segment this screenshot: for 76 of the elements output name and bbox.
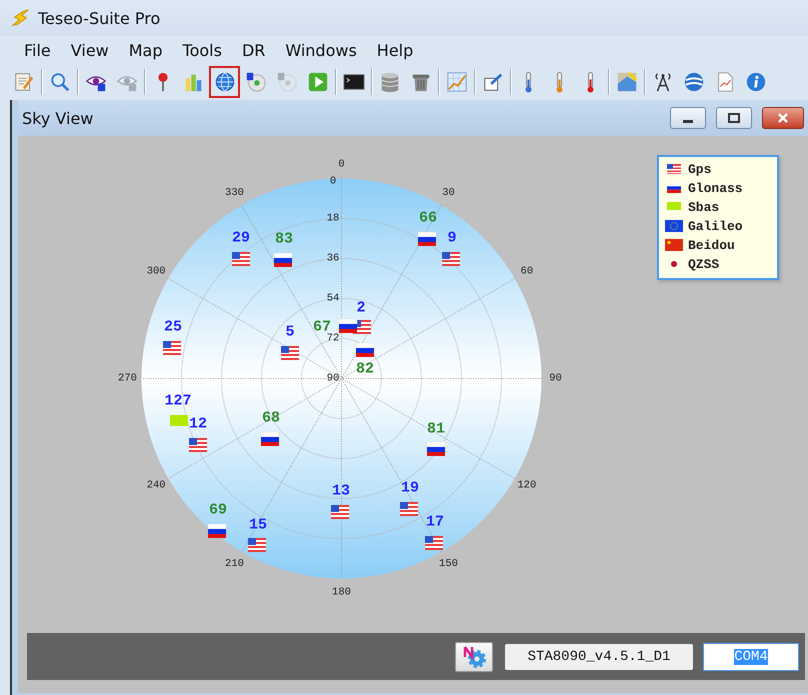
satellite-label: 68 — [262, 410, 280, 426]
elevation-label: 18 — [326, 212, 340, 224]
satellite-label: 5 — [286, 324, 294, 340]
panel-title: Sky View — [22, 108, 94, 128]
menu-item[interactable]: Tools — [172, 40, 232, 60]
satellite-label: 25 — [164, 318, 182, 336]
thermometer-icon — [587, 72, 594, 92]
satellite-label: 83 — [275, 230, 293, 248]
disc-icon — [276, 71, 298, 93]
azimuth-label: 270 — [118, 372, 137, 384]
menu-item[interactable]: Help — [366, 40, 424, 60]
satellite-label: 127 — [164, 392, 192, 410]
satellite-label: 19 — [401, 480, 419, 496]
menu-item[interactable]: File — [14, 40, 61, 60]
satellite-label: 17 — [426, 514, 444, 530]
azimuth-label: 330 — [225, 187, 244, 200]
satellite-label: 9 — [448, 230, 456, 246]
satellite-label: 29 — [232, 230, 250, 246]
satellite-label: 12 — [189, 416, 207, 432]
thermometer-icon — [556, 72, 563, 92]
azimuth-label: 60 — [520, 266, 534, 278]
minimize-button[interactable] — [670, 107, 706, 129]
minimize-icon — [683, 120, 693, 122]
satellite-label: 82 — [356, 360, 374, 378]
satellite-label: 66 — [419, 210, 437, 226]
satellite-label: 69 — [209, 502, 227, 518]
close-icon — [777, 112, 789, 124]
menu-item[interactable]: Map — [118, 40, 173, 60]
azimuth-label: 240 — [146, 480, 166, 492]
map-icon — [616, 71, 638, 93]
elevation-label: 90 — [326, 372, 340, 384]
satellite-label: 81 — [427, 420, 445, 438]
azimuth-label: 0 — [338, 158, 345, 170]
elevation-label: 72 — [326, 332, 340, 344]
menu-item[interactable]: View — [60, 40, 119, 60]
window-icon — [482, 71, 504, 93]
azimuth-label: 300 — [146, 266, 166, 278]
maximize-icon — [728, 113, 740, 123]
line-chart-icon — [446, 71, 468, 93]
legend-label: QZSS — [688, 256, 720, 272]
legend-label: Glonass — [688, 180, 743, 196]
azimuth-label: 210 — [225, 558, 244, 570]
azimuth-label: 120 — [517, 480, 536, 492]
elevation-label: 36 — [326, 252, 340, 264]
database-icon — [378, 71, 400, 93]
close-button[interactable] — [762, 107, 804, 129]
satellite-label: 13 — [332, 482, 350, 500]
disc-icon — [244, 71, 266, 93]
globe-icon — [214, 71, 236, 93]
terminal-icon — [342, 71, 364, 93]
window-title: Teseo-Suite Pro — [38, 8, 160, 28]
search-icon — [48, 71, 70, 93]
menu-item[interactable]: DR — [232, 40, 276, 60]
legend-label: Sbas — [688, 200, 720, 214]
azimuth-label: 150 — [439, 558, 458, 570]
legend-label: Beidou — [688, 238, 735, 252]
satellite-label: 15 — [249, 516, 267, 534]
info-icon — [744, 71, 766, 93]
elevation-label: 0 — [330, 176, 336, 188]
legend-label: Gps — [688, 162, 712, 176]
azimuth-label: 180 — [332, 586, 351, 598]
menu-item[interactable]: Windows — [275, 40, 367, 60]
maximize-button[interactable] — [716, 107, 752, 129]
firmware-field: STA8090_v4.5.1_D1 — [505, 644, 693, 670]
gear-icon — [461, 644, 487, 668]
azimuth-label: 30 — [442, 187, 455, 200]
azimuth-label: 90 — [549, 372, 562, 384]
thermometer-icon — [525, 72, 532, 92]
toolbar-button[interactable] — [209, 66, 240, 98]
legend-label: Galileo — [688, 218, 743, 234]
settings-button[interactable] — [455, 642, 493, 672]
notepad-icon — [12, 71, 34, 93]
satellite-label: 2 — [356, 300, 366, 316]
elevation-label: 54 — [326, 292, 340, 304]
sphere-icon — [682, 71, 704, 93]
play-icon — [306, 71, 328, 93]
